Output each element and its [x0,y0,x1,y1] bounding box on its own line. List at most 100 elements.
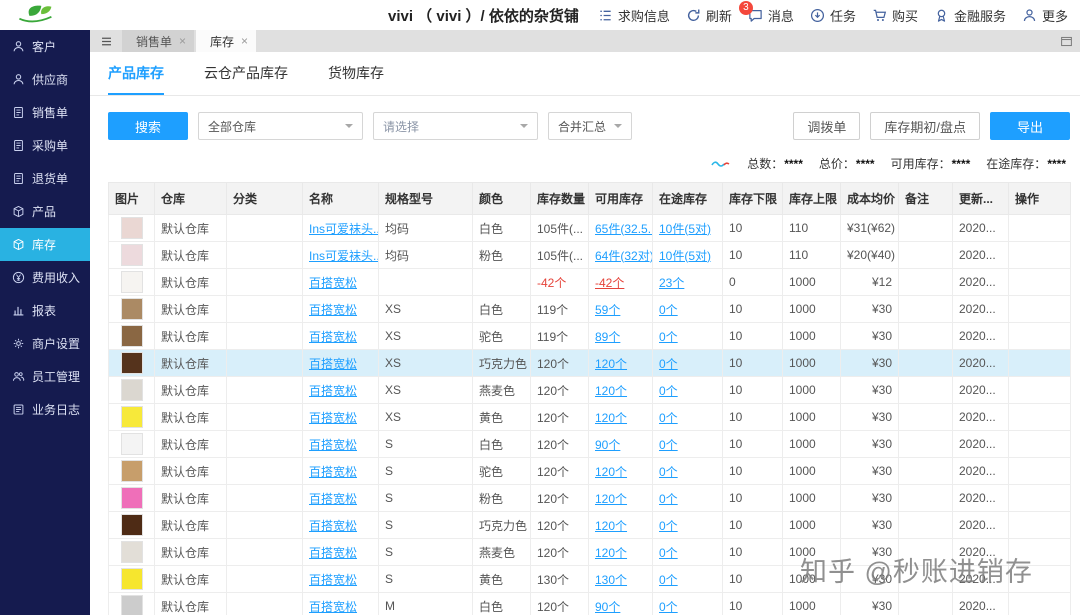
inventory-row[interactable]: 默认仓库 百搭宽松 S 白色 120个 90个 0个 10 1000 ¥30 2020... [108,430,1071,458]
sidebar-item-3[interactable]: 采购单 [0,129,90,162]
product-name-link[interactable]: 百搭宽松 [309,519,357,533]
available-stock-link[interactable]: 89个 [595,330,620,344]
inventory-row[interactable]: 默认仓库 百搭宽松 S 粉色 120个 120个 0个 10 1000 ¥30 2020... [108,484,1071,512]
transit-stock-link[interactable]: 0个 [659,411,678,425]
workspace-tab-1[interactable]: 库存 × [196,30,257,52]
transit-stock-link[interactable]: 0个 [659,303,678,317]
sidebar-item-10[interactable]: 员工管理 [0,360,90,393]
menu-toggle-icon[interactable] [90,30,122,52]
product-name-link[interactable]: 百搭宽松 [309,303,357,317]
subtab-1[interactable]: 云仓产品库存 [204,52,288,95]
available-stock-link[interactable]: 65件(32.5... [595,222,652,236]
transit-stock-link[interactable]: 0个 [659,573,678,587]
transit-stock-link[interactable]: 23个 [659,276,684,290]
available-stock-link[interactable]: 120个 [595,411,627,425]
sidebar-item-9[interactable]: 商户设置 [0,327,90,360]
inventory-row[interactable]: 默认仓库 百搭宽松 M 白色 120个 90个 0个 10 1000 ¥30 2020... [108,592,1071,615]
inventory-row[interactable]: 默认仓库 百搭宽松 XS 黄色 120个 120个 0个 10 1000 ¥30 2020... [108,403,1071,431]
available-stock-link[interactable]: 90个 [595,600,620,614]
app-logo[interactable] [0,3,90,27]
inventory-row[interactable]: 默认仓库 Ins可爱袜头... 均码 白色 105件(... 65件(32.5... 10件… [108,214,1071,242]
transit-stock-link[interactable]: 0个 [659,465,678,479]
inventory-row[interactable]: 默认仓库 百搭宽松 -42个 -42个 23个 0 1000 ¥12 2020... [108,268,1071,296]
product-image[interactable] [120,595,143,615]
product-image[interactable] [120,433,143,455]
transit-stock-link[interactable]: 10件(5对) [659,222,711,236]
available-stock-link[interactable]: -42个 [595,276,624,290]
export-button[interactable]: 导出 [989,112,1070,140]
available-stock-link[interactable]: 120个 [595,465,627,479]
sidebar-item-7[interactable]: 费用收入 [0,261,90,294]
transit-stock-link[interactable]: 0个 [659,357,678,371]
product-image[interactable] [120,568,143,590]
product-name-link[interactable]: Ins可爱袜头... [309,249,378,263]
product-image[interactable] [120,379,143,401]
product-name-link[interactable]: 百搭宽松 [309,330,357,344]
product-name-link[interactable]: 百搭宽松 [309,465,357,479]
close-icon[interactable]: × [241,34,248,48]
inventory-row[interactable]: 默认仓库 百搭宽松 XS 燕麦色 120个 120个 0个 10 1000 ¥30 2020... [108,376,1071,404]
inventory-row[interactable]: 默认仓库 百搭宽松 S 黄色 130个 130个 0个 10 1000 ¥30 2020... [108,565,1071,593]
available-stock-link[interactable]: 130个 [595,573,627,587]
product-name-link[interactable]: 百搭宽松 [309,384,357,398]
product-name-link[interactable]: 百搭宽松 [309,573,357,587]
transit-stock-link[interactable]: 0个 [659,546,678,560]
inventory-row[interactable]: 默认仓库 Ins可爱袜头... 均码 粉色 105件(... 64件(32对) 10件(5对… [108,241,1071,269]
transit-stock-link[interactable]: 0个 [659,330,678,344]
product-image[interactable] [120,217,143,239]
inventory-row[interactable]: 默认仓库 百搭宽松 XS 巧克力色 120个 120个 0个 10 1000 ¥30 2020... [108,349,1071,377]
close-icon[interactable]: × [179,34,186,48]
available-stock-link[interactable]: 120个 [595,384,627,398]
sidebar-item-4[interactable]: 退货单 [0,162,90,195]
product-image[interactable] [120,352,143,374]
workspace-tab-0[interactable]: 销售单 × [122,30,195,52]
inventory-row[interactable]: 默认仓库 百搭宽松 XS 白色 119个 59个 0个 10 1000 ¥30 2020... [108,295,1071,323]
product-name-link[interactable]: 百搭宽松 [309,546,357,560]
subtab-0[interactable]: 产品库存 [108,52,164,95]
top-action-3[interactable]: 任务 [810,6,856,25]
inventory-row[interactable]: 默认仓库 百搭宽松 S 巧克力色 120个 120个 0个 10 1000 ¥30 2020... [108,511,1071,539]
sidebar-item-11[interactable]: 业务日志 [0,393,90,426]
available-stock-link[interactable]: 120个 [595,492,627,506]
subtab-2[interactable]: 货物库存 [328,52,384,95]
inventory-row[interactable]: 默认仓库 百搭宽松 XS 驼色 119个 89个 0个 10 1000 ¥30 2020... [108,322,1071,350]
product-image[interactable] [120,460,143,482]
stocktake-button[interactable]: 库存期初/盘点 [870,112,980,140]
product-image[interactable] [120,406,143,428]
product-name-link[interactable]: 百搭宽松 [309,411,357,425]
top-action-2[interactable]: 3 消息 [738,0,794,25]
transit-stock-link[interactable]: 10件(5对) [659,249,711,263]
product-name-link[interactable]: Ins可爱袜头... [309,222,378,236]
warehouse-select[interactable]: 全部仓库 [198,112,364,140]
transit-stock-link[interactable]: 0个 [659,600,678,614]
product-name-link[interactable]: 百搭宽松 [309,357,357,371]
sidebar-item-6[interactable]: 库存 [0,228,90,261]
product-image[interactable] [120,325,143,347]
product-image[interactable] [120,271,143,293]
sidebar-item-2[interactable]: 销售单 [0,96,90,129]
product-image[interactable] [120,298,143,320]
product-image[interactable] [120,244,143,266]
top-action-5[interactable]: 金融服务 [934,6,1006,25]
available-stock-link[interactable]: 64件(32对) [595,249,652,263]
sidebar-item-1[interactable]: 供应商 [0,63,90,96]
inventory-row[interactable]: 默认仓库 百搭宽松 S 驼色 120个 120个 0个 10 1000 ¥30 2020... [108,457,1071,485]
product-name-link[interactable]: 百搭宽松 [309,492,357,506]
toggle-amounts-icon[interactable] [711,159,731,169]
product-image[interactable] [120,487,143,509]
top-action-4[interactable]: 购买 [872,6,918,25]
product-image[interactable] [120,541,143,563]
available-stock-link[interactable]: 90个 [595,438,620,452]
top-action-0[interactable]: 求购信息 [598,6,670,25]
available-stock-link[interactable]: 59个 [595,303,620,317]
product-image[interactable] [120,514,143,536]
search-button[interactable]: 搜索 [108,112,189,140]
top-action-1[interactable]: 刷新 [686,6,732,25]
top-action-6[interactable]: 更多 [1022,6,1068,25]
transit-stock-link[interactable]: 0个 [659,492,678,506]
summary-mode-select[interactable]: 合并汇总 [548,112,633,140]
available-stock-link[interactable]: 120个 [595,546,627,560]
sidebar-item-0[interactable]: 客户 [0,30,90,63]
transit-stock-link[interactable]: 0个 [659,519,678,533]
filter-select[interactable]: 请选择 [373,112,539,140]
